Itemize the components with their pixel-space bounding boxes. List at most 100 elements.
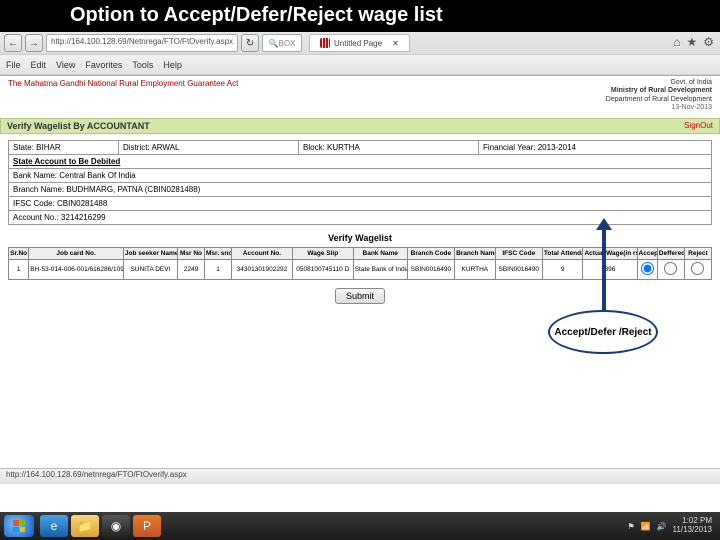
col-accept: Accept: [637, 247, 657, 259]
cell-branchname: KURTHA: [455, 259, 496, 279]
account-box: State Account to Be Debited Bank Name: C…: [8, 155, 712, 225]
col-wageslip: Wage Slip: [292, 247, 353, 259]
govt-label: Govt. of India: [606, 79, 712, 87]
district-value: ARWAL: [151, 143, 179, 152]
act-title: The Mahatma Gandhi National Rural Employ…: [8, 79, 238, 88]
browser-tab[interactable]: Untitled Page ✕: [309, 34, 410, 52]
ministry-label: Ministry of Rural Development: [606, 87, 712, 95]
taskbar-clock[interactable]: 1:02 PM 11/13/2013: [673, 517, 712, 535]
browser-menu-bar: File Edit View Favorites Tools Help: [0, 54, 720, 74]
account-heading: State Account to Be Debited: [9, 155, 711, 169]
col-branchname: Branch Name: [455, 247, 496, 259]
cell-name: SUNITA DEVI: [123, 259, 177, 279]
col-ifsc: IFSC Code: [495, 247, 542, 259]
taskbar-explorer-icon[interactable]: 📁: [71, 515, 99, 537]
submit-button[interactable]: Submit: [335, 288, 385, 304]
ifsc-label: IFSC Code:: [13, 199, 55, 208]
fy-label: Financial Year:: [483, 143, 535, 152]
col-msrsno: Msr. sno: [205, 247, 232, 259]
col-name: Job seeker Name: [123, 247, 177, 259]
accept-radio[interactable]: [641, 262, 654, 275]
col-reject: Reject: [684, 247, 711, 259]
cell-sr: 1: [9, 259, 29, 279]
block-value: KURTHA: [327, 143, 360, 152]
network-icon[interactable]: 📶: [641, 522, 651, 531]
search-icon: 🔍: [269, 39, 279, 48]
slide-title: Option to Accept/Defer/Reject wage list: [0, 0, 720, 32]
menu-edit[interactable]: Edit: [31, 60, 47, 70]
signout-link[interactable]: SignOut: [684, 121, 713, 130]
col-bankname: Bank Name: [353, 247, 407, 259]
taskbar-app-icon[interactable]: ◉: [102, 515, 130, 537]
menu-help[interactable]: Help: [163, 60, 182, 70]
page-date: 13-Nov-2013: [606, 104, 712, 112]
home-icon[interactable]: ⌂: [673, 35, 680, 49]
system-tray[interactable]: ⚑ 📶 🔊 1:02 PM 11/13/2013: [627, 517, 716, 535]
browser-chrome: ← → http://164.100.128.69/Netnrega/FTO/F…: [0, 32, 720, 76]
forward-button[interactable]: →: [25, 34, 43, 52]
menu-tools[interactable]: Tools: [132, 60, 153, 70]
acct-label: Account No.:: [13, 213, 59, 222]
refresh-button[interactable]: ↻: [241, 34, 259, 52]
bank-label: Bank Name:: [13, 171, 57, 180]
close-icon[interactable]: ✕: [392, 39, 399, 48]
deffered-radio[interactable]: [664, 262, 677, 275]
flag-icon[interactable]: ⚑: [627, 522, 634, 531]
acct-value: 3214216299: [61, 213, 106, 222]
cell-msrsno: 1: [205, 259, 232, 279]
col-deffered: Deffered: [657, 247, 684, 259]
favorites-icon[interactable]: ★: [686, 35, 697, 49]
browser-status-bar: http://164.100.128.69/netnrega/FTO/FtOve…: [0, 468, 720, 484]
state-value: BIHAR: [36, 143, 60, 152]
cell-ifsc: SBIN0016490: [495, 259, 542, 279]
dept-label: Department of Rural Development: [606, 96, 712, 104]
branch-value: BUDHMARG, PATNA (CBIN0281488): [66, 185, 200, 194]
filter-row: State: BIHAR District: ARWAL Block: KURT…: [8, 140, 712, 155]
cell-branchcode: SBIN0016490: [407, 259, 454, 279]
start-button[interactable]: [4, 515, 34, 537]
cell-attendance: 9: [542, 259, 583, 279]
col-jobcard: Job card No.: [29, 247, 124, 259]
cell-account: 34301301902292: [232, 259, 293, 279]
fy-value: 2013-2014: [538, 143, 576, 152]
cell-bankname: State Bank of India: [353, 259, 407, 279]
cell-accept: [637, 259, 657, 279]
wagelist-table: Sr.No Job card No. Job seeker Name Msr N…: [8, 247, 712, 280]
cell-msrno: 2249: [177, 259, 204, 279]
tab-favicon: [320, 38, 330, 48]
annotation-arrow: [602, 228, 606, 310]
col-srno: Sr.No: [9, 247, 29, 259]
reject-radio[interactable]: [691, 262, 704, 275]
menu-file[interactable]: File: [6, 60, 21, 70]
col-msrno: Msr No: [177, 247, 204, 259]
address-bar[interactable]: http://164.100.128.69/Netnrega/FTO/FtOve…: [46, 34, 238, 52]
tab-label: Untitled Page: [334, 39, 382, 48]
table-row: 1 BH-53-014-006-001/616286/1092 SUNITA D…: [9, 259, 712, 279]
page-subbar: Verify Wagelist By ACCOUNTANT SignOut: [0, 118, 720, 134]
clock-date: 11/13/2013: [673, 526, 712, 535]
tools-icon[interactable]: ⚙: [703, 35, 714, 49]
col-actualwage: Actual Wage(in rs.): [583, 247, 637, 259]
cell-jobcard: BH-53-014-006-001/616286/1092: [29, 259, 124, 279]
search-box[interactable]: 🔍BOX: [262, 34, 302, 52]
table-header-row: Sr.No Job card No. Job seeker Name Msr N…: [9, 247, 712, 259]
cell-deffered: [657, 259, 684, 279]
cell-wageslip: 0508100745110 D: [292, 259, 353, 279]
block-label: Block:: [303, 143, 325, 152]
col-account: Account No.: [232, 247, 293, 259]
taskbar-ie-icon[interactable]: e: [40, 515, 68, 537]
cell-reject: [684, 259, 711, 279]
district-label: District:: [123, 143, 150, 152]
branch-label: Branch Name:: [13, 185, 64, 194]
cell-actualwage: 396: [583, 259, 637, 279]
volume-icon[interactable]: 🔊: [657, 522, 667, 531]
browser-window: ← → http://164.100.128.69/Netnrega/FTO/F…: [0, 32, 720, 512]
menu-view[interactable]: View: [56, 60, 75, 70]
windows-taskbar: e 📁 ◉ P ⚑ 📶 🔊 1:02 PM 11/13/2013: [0, 512, 720, 540]
annotation-callout: Accept/Defer /Reject: [548, 310, 658, 354]
section-title: Verify Wagelist: [8, 233, 712, 243]
menu-favorites[interactable]: Favorites: [85, 60, 122, 70]
back-button[interactable]: ←: [4, 34, 22, 52]
page-header: The Mahatma Gandhi National Rural Employ…: [0, 76, 720, 114]
state-label: State:: [13, 143, 34, 152]
